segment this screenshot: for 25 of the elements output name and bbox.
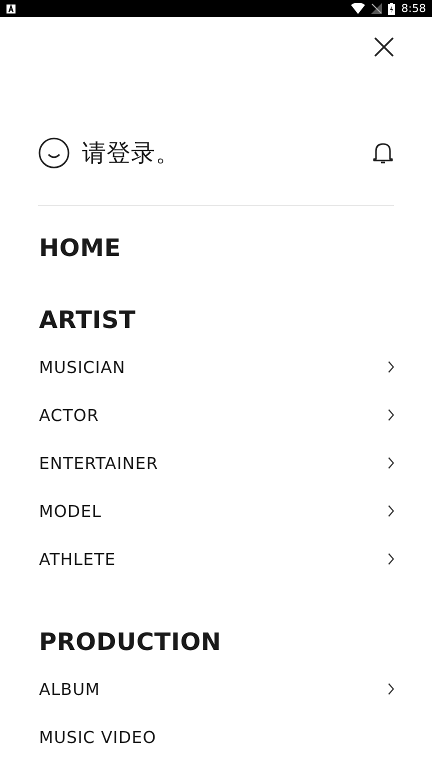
chevron-right-icon[interactable] (388, 553, 394, 565)
close-button[interactable] (374, 36, 394, 56)
menu-item[interactable]: ALBUM (39, 680, 100, 698)
menu-item[interactable]: MODEL (39, 502, 102, 520)
chevron-right-icon[interactable] (388, 361, 394, 373)
status-time: 8:58 (401, 2, 426, 15)
no-signal-icon (371, 3, 382, 14)
chevron-right-icon[interactable] (388, 505, 394, 517)
menu-item[interactable]: MUSICIAN (39, 358, 126, 376)
chevron-right-icon[interactable] (388, 683, 394, 695)
wifi-icon (351, 3, 366, 14)
section-heading[interactable]: ARTIST (39, 303, 136, 337)
menu-item[interactable]: MUSIC VIDEO (39, 728, 156, 746)
menu-item[interactable]: ENTERTAINER (39, 454, 158, 472)
menu-item[interactable]: ATHLETE (39, 550, 116, 568)
section-heading[interactable]: HOME (39, 231, 121, 265)
menu-item[interactable]: ACTOR (39, 406, 100, 424)
section-heading[interactable]: PRODUCTION (39, 625, 222, 659)
chevron-right-icon[interactable] (388, 409, 394, 421)
smiley-icon (38, 137, 70, 169)
login-prompt[interactable]: 请登录。 (82, 137, 180, 169)
chevron-right-icon[interactable] (388, 457, 394, 469)
notification-icon (6, 4, 16, 14)
battery-charging-icon (388, 2, 396, 14)
bell-icon[interactable] (372, 141, 394, 165)
